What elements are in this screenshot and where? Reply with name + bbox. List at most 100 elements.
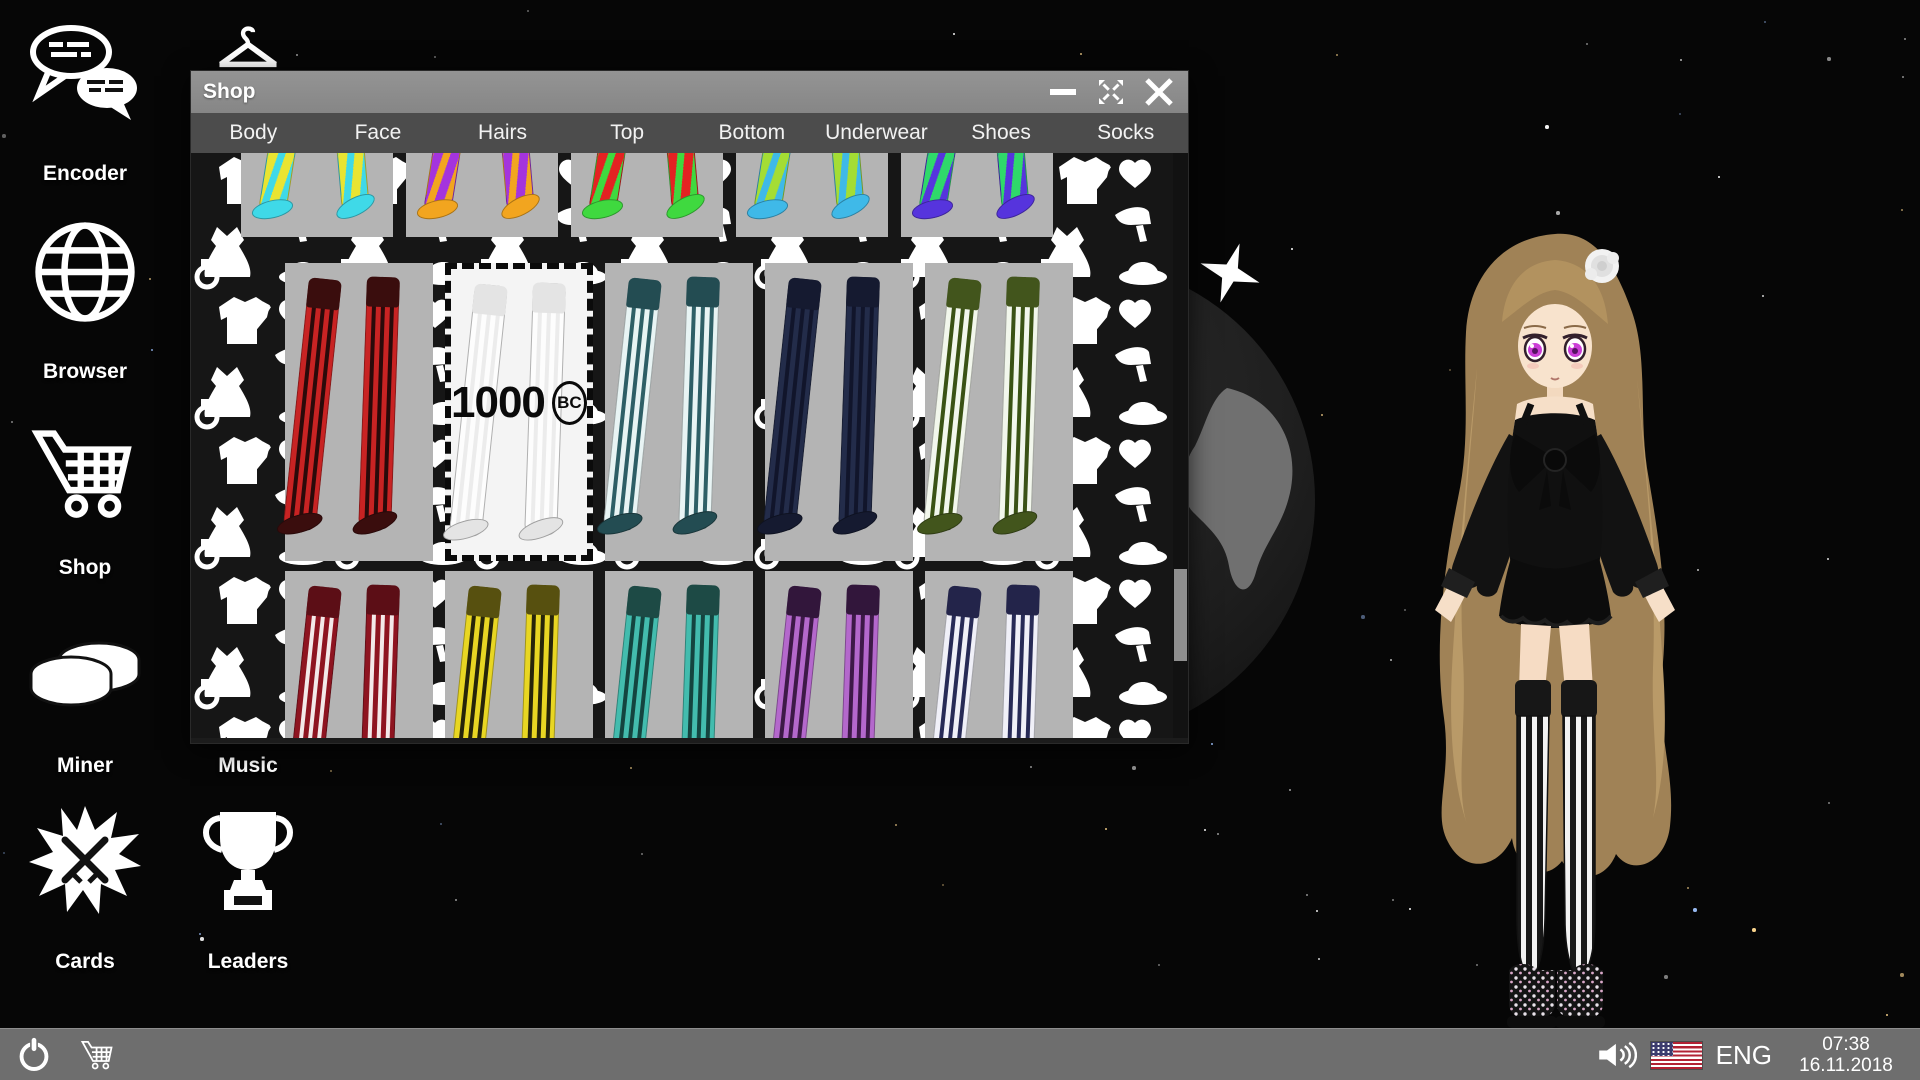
shop-window: Shop Body Face Hairs Top Bottom Underwear Shoe… <box>190 70 1189 744</box>
stocking-cuff <box>305 585 342 619</box>
stocking-cuff <box>1005 276 1040 308</box>
icon-label-music: Music <box>218 754 278 777</box>
tab-underwear[interactable]: Underwear <box>814 113 939 153</box>
sock-leg <box>744 153 804 223</box>
speaker-icon[interactable] <box>1597 1038 1637 1072</box>
power-icon[interactable] <box>14 1034 54 1076</box>
icon-label-leaders: Leaders <box>207 950 289 973</box>
shop-item-lime-cyan-striped-socks[interactable] <box>736 153 888 237</box>
window-title: Shop <box>203 80 256 103</box>
icon-label-browser: Browser <box>42 360 128 383</box>
minimize-button[interactable] <box>1046 77 1080 107</box>
shop-tabs: Body Face Hairs Top Bottom Underwear Shoes Sock… <box>191 113 1188 153</box>
sock-leg <box>442 585 502 738</box>
us-flag-icon[interactable] <box>1650 1041 1702 1069</box>
shop-item-navy-striped-stockings[interactable] <box>754 263 913 561</box>
tab-face[interactable]: Face <box>316 113 441 153</box>
tab-body[interactable]: Body <box>191 113 316 153</box>
tab-shoes[interactable]: Shoes <box>939 113 1064 153</box>
desktop-icon-miner[interactable]: Miner <box>20 622 150 777</box>
sock-leg <box>274 277 342 539</box>
character-skirt <box>1499 558 1611 628</box>
desktop-icon-encoder[interactable]: Encoder <box>20 22 150 185</box>
trophy-icon <box>183 804 313 919</box>
sock-leg <box>669 276 721 540</box>
stocking-cuff <box>625 277 662 311</box>
language-selector[interactable]: ENG <box>1716 1040 1772 1071</box>
maximize-button[interactable] <box>1094 77 1128 107</box>
sock-foot <box>829 506 881 540</box>
sock-foot <box>827 188 874 225</box>
shop-item-yellow-cyan-striped-socks[interactable] <box>241 153 393 237</box>
sock-foot <box>497 188 544 225</box>
sock-leg <box>358 584 400 738</box>
sock-leg <box>329 153 379 225</box>
shop-item-teal-white-striped-stockings[interactable] <box>594 263 753 561</box>
sock-foot <box>989 506 1041 540</box>
character-avatar <box>1435 233 1675 1028</box>
sock-foot <box>579 195 625 223</box>
shop-item-red-black-striped-stockings[interactable] <box>274 263 433 561</box>
sock-leg <box>909 153 969 223</box>
price-amount: 1000 <box>451 377 546 427</box>
sock-foot <box>349 506 401 540</box>
shop-item-darkred-white-striped-stockings[interactable] <box>282 571 433 738</box>
tab-bottom[interactable]: Bottom <box>690 113 815 153</box>
sock-foot <box>669 506 721 540</box>
close-button[interactable] <box>1142 77 1176 107</box>
sock-leg <box>914 277 982 539</box>
icon-label-shop: Shop <box>58 556 112 579</box>
desktop-icon-leaders[interactable]: Leaders <box>183 804 313 973</box>
shop-item-red-green-striped-socks[interactable] <box>571 153 723 237</box>
item-price: 1000 BC <box>451 378 587 428</box>
desktop-icon-cards[interactable]: Cards <box>20 804 150 973</box>
scrollbar[interactable] <box>1173 153 1188 738</box>
sock-leg <box>989 276 1041 540</box>
bc-currency-icon: BC <box>551 380 587 425</box>
sock-foot <box>992 188 1039 225</box>
tab-top[interactable]: Top <box>565 113 690 153</box>
stocking-cuff <box>945 585 982 619</box>
stocking-cuff <box>845 584 880 616</box>
sock-foot <box>440 514 491 545</box>
shop-item-yellow-black-striped-stockings[interactable] <box>442 571 593 738</box>
sock-leg <box>678 584 720 738</box>
shop-item-white-stockings[interactable]: 1000 BC <box>440 263 593 561</box>
icon-label-encoder: Encoder <box>42 162 128 185</box>
globe-icon <box>20 218 150 331</box>
stocking-cuff <box>305 277 342 311</box>
scrollbar-thumb[interactable] <box>1174 569 1187 661</box>
shop-item-purple-orange-striped-socks[interactable] <box>406 153 558 237</box>
taskbar-time: 07:38 <box>1822 1034 1870 1055</box>
stocking-cuff <box>531 282 566 314</box>
sock-foot <box>249 195 295 223</box>
icon-label-cards: Cards <box>55 950 115 973</box>
sock-leg <box>922 585 982 738</box>
hanger-icon <box>183 22 313 77</box>
shop-item-green-violet-striped-socks[interactable] <box>901 153 1053 237</box>
sock-leg <box>579 153 639 223</box>
desktop-icon-shop[interactable]: Shop <box>20 424 150 579</box>
stocking-cuff <box>625 585 662 619</box>
sock-leg <box>829 276 881 540</box>
taskbar: ENG 07:38 16.11.2018 <box>0 1028 1920 1080</box>
stocking-cuff <box>945 277 982 311</box>
cart-icon[interactable] <box>80 1039 116 1071</box>
desktop-icon-browser[interactable]: Browser <box>20 218 150 383</box>
desktop-icon-wardrobe[interactable] <box>183 22 313 77</box>
tab-hairs[interactable]: Hairs <box>440 113 565 153</box>
tab-socks[interactable]: Socks <box>1063 113 1188 153</box>
shop-item-teal-striped-stockings[interactable] <box>602 571 753 738</box>
stocking-cuff <box>685 584 720 616</box>
sparkle-star-icon <box>1200 243 1260 303</box>
shop-item-green-white-striped-stockings[interactable] <box>914 263 1073 561</box>
sock-foot <box>414 195 460 223</box>
sock-leg <box>282 585 342 738</box>
sock-leg <box>998 584 1040 738</box>
shop-window-titlebar[interactable]: Shop <box>191 71 1188 113</box>
sock-foot <box>909 195 955 223</box>
stocking-cuff <box>685 276 720 308</box>
shop-item-violet-striped-stockings[interactable] <box>762 571 913 738</box>
stocking-cuff <box>471 283 508 317</box>
shop-item-navy-white-striped-stockings[interactable] <box>922 571 1073 738</box>
